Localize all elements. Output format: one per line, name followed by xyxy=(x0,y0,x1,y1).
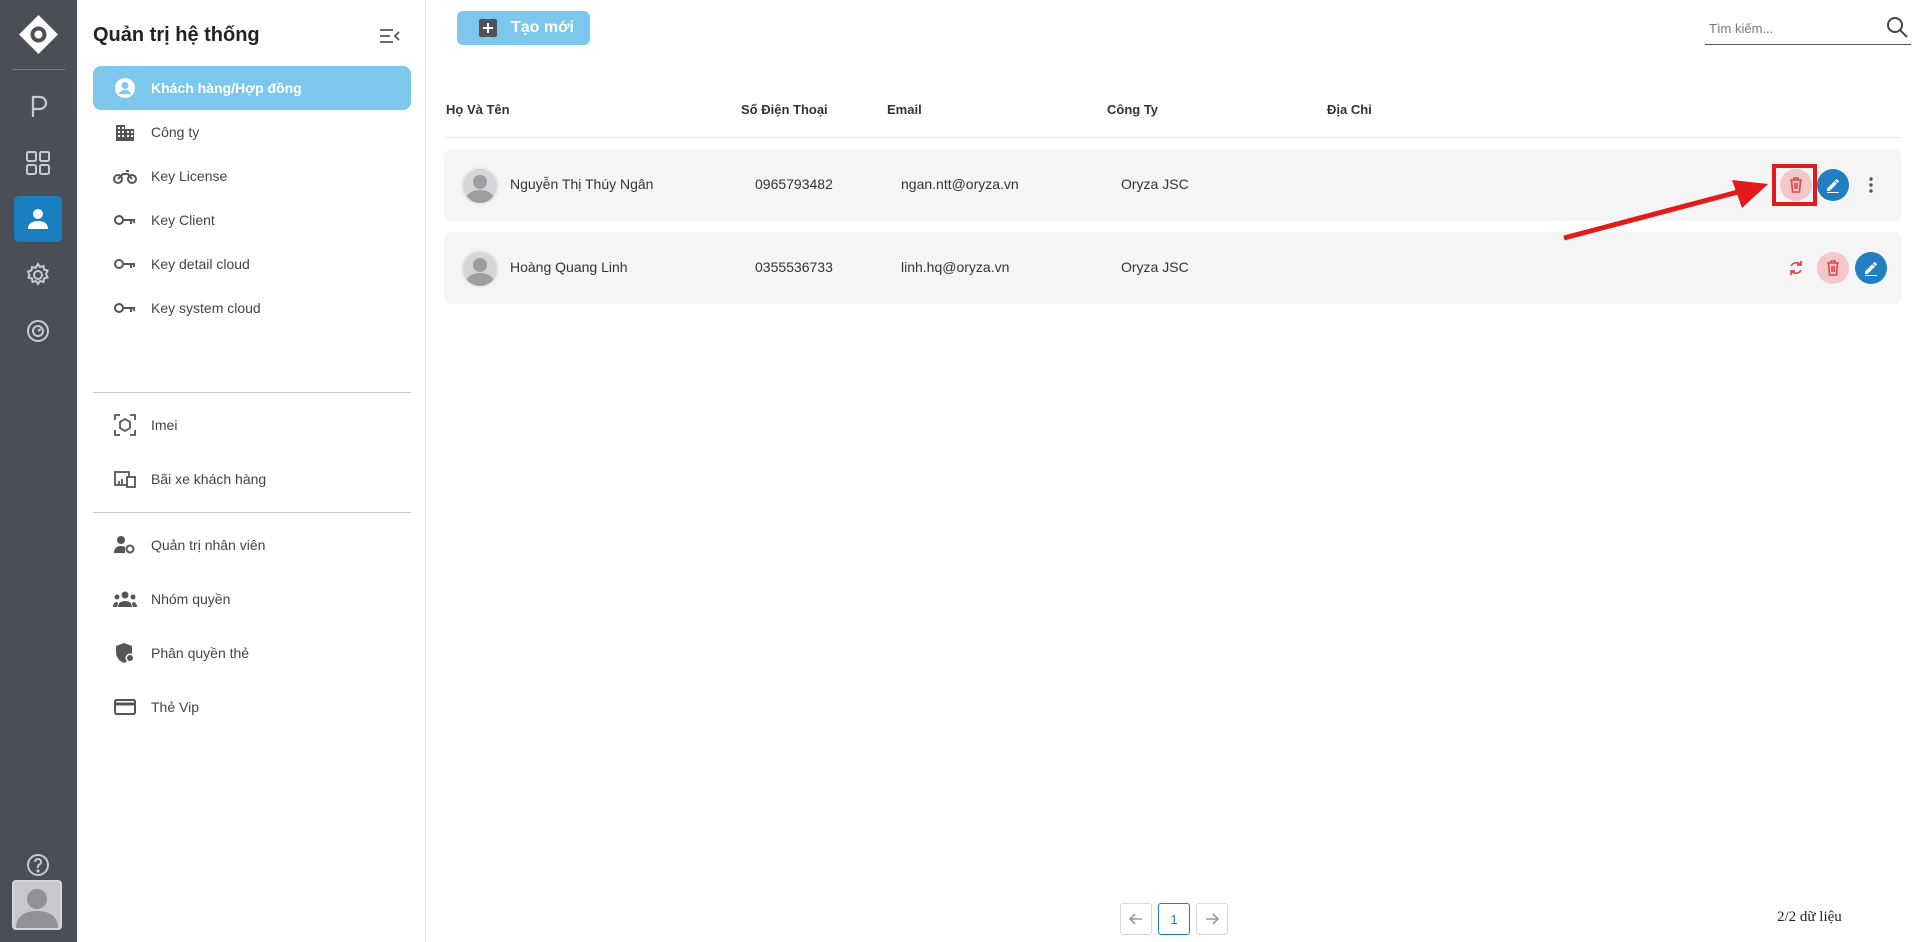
group-icon xyxy=(113,587,137,611)
sidebar-item-label: Khách hàng/Hợp đồng xyxy=(151,80,302,96)
more-options-button[interactable] xyxy=(1855,169,1887,201)
cell-phone: 0355536733 xyxy=(755,259,833,275)
cell-email: linh.hq@oryza.vn xyxy=(901,259,1010,275)
delete-button[interactable] xyxy=(1817,252,1849,284)
cell-phone: 0965793482 xyxy=(755,176,833,192)
sidebar-item-imei[interactable]: Imei xyxy=(93,403,411,447)
annotation-arrow-icon xyxy=(1563,180,1768,241)
pagination: 1 xyxy=(1120,903,1234,935)
avatar xyxy=(461,167,499,205)
sidebar-item-customer-parking[interactable]: Bãi xe khách hàng xyxy=(93,457,411,501)
sidebar-item-label: Công ty xyxy=(151,124,200,140)
sidebar-item-label: Key License xyxy=(151,168,228,184)
avatar xyxy=(461,250,499,288)
cell-company: Oryza JSC xyxy=(1121,176,1189,192)
record-count: 2/2 dữ liệu xyxy=(1777,909,1842,925)
collapse-menu-icon[interactable] xyxy=(379,26,401,46)
search-icon[interactable] xyxy=(1885,15,1909,39)
prev-page-button[interactable] xyxy=(1120,903,1152,935)
sidebar-divider xyxy=(93,512,411,513)
user-gear-icon xyxy=(113,533,137,557)
parking-icon[interactable] xyxy=(14,84,62,130)
cell-email: ngan.ntt@oryza.vn xyxy=(901,176,1019,192)
key-icon xyxy=(113,296,137,320)
gear-icon[interactable] xyxy=(14,252,62,298)
arrow-left-icon xyxy=(1129,913,1142,925)
edit-button[interactable] xyxy=(1855,252,1887,284)
sidebar-divider xyxy=(93,392,411,393)
search-input[interactable] xyxy=(1709,18,1869,38)
sidebar-item-key-detail-cloud[interactable]: Key detail cloud xyxy=(93,242,411,286)
sync-icon xyxy=(1790,261,1802,275)
motorbike-icon xyxy=(113,164,137,188)
shield-icon xyxy=(113,641,137,665)
cell-full-name: Hoàng Quang Linh xyxy=(510,259,628,275)
account-circle-icon xyxy=(113,76,137,100)
cell-full-name: Nguyễn Thị Thúy Ngân xyxy=(510,176,654,192)
sidebar-item-company[interactable]: Công ty xyxy=(93,110,411,154)
sidebar-item-label: Nhóm quyền xyxy=(151,591,231,607)
user-icon[interactable] xyxy=(14,196,62,242)
sidebar-title: Quản trị hệ thống xyxy=(93,24,260,46)
sidebar-item-customers-contracts[interactable]: Khách hàng/Hợp đồng xyxy=(93,66,411,110)
more-vertical-icon xyxy=(1869,177,1873,193)
main-content: Tạo mới Họ Và Tên Số Điện Thoại Email Cô… xyxy=(426,0,1916,942)
timer-icon[interactable] xyxy=(14,308,62,354)
edit-button[interactable] xyxy=(1817,169,1849,201)
sidebar-item-key-client[interactable]: Key Client xyxy=(93,198,411,242)
sidebar-item-key-license[interactable]: Key License xyxy=(93,154,411,198)
sidebar-item-label: Key system cloud xyxy=(151,300,261,316)
rail-divider xyxy=(12,69,65,70)
cell-company: Oryza JSC xyxy=(1121,259,1189,275)
building-icon xyxy=(113,120,137,144)
sidebar-item-vip-card[interactable]: Thẻ Vip xyxy=(93,685,411,729)
pencil-icon xyxy=(1827,179,1839,193)
sidebar-item-label: Phân quyền thẻ xyxy=(151,645,250,661)
page-number-button[interactable]: 1 xyxy=(1158,903,1190,935)
column-header-company: Công Ty xyxy=(1107,102,1159,117)
sidebar-item-label: Key Client xyxy=(151,212,215,228)
sidebar-item-label: Quản trị nhân viên xyxy=(151,537,266,553)
plus-icon xyxy=(479,19,497,37)
trash-icon xyxy=(1827,260,1839,276)
sidebar-item-label: Bãi xe khách hàng xyxy=(151,471,267,487)
sidebar-item-label: Thẻ Vip xyxy=(151,699,199,715)
search-box xyxy=(1705,12,1911,45)
create-new-button[interactable]: Tạo mới xyxy=(457,11,590,45)
arrow-right-icon xyxy=(1206,913,1219,925)
scan-cube-icon xyxy=(113,413,137,437)
sync-button[interactable] xyxy=(1780,252,1812,284)
app-window: Quản trị hệ thống Khách hàng/Hợp đồng Cô… xyxy=(0,0,1916,942)
grid-icon[interactable] xyxy=(14,140,62,186)
card-icon xyxy=(113,695,137,719)
key-icon xyxy=(113,252,137,276)
column-header-email: Email xyxy=(887,102,922,117)
app-logo-icon[interactable] xyxy=(18,14,59,55)
sidebar-item-label: Key detail cloud xyxy=(151,256,250,272)
sidebar-item-permission-groups[interactable]: Nhóm quyền xyxy=(93,577,411,621)
sidebar-item-label: Imei xyxy=(151,417,178,433)
next-page-button[interactable] xyxy=(1196,903,1228,935)
devices-icon xyxy=(113,467,137,491)
create-new-label: Tạo mới xyxy=(511,19,574,36)
sidebar-item-key-system-cloud[interactable]: Key system cloud xyxy=(93,286,411,330)
column-header-full-name: Họ Và Tên xyxy=(446,102,510,117)
table-header: Họ Và Tên Số Điện Thoại Email Công Ty Đị… xyxy=(444,96,1902,138)
user-avatar[interactable] xyxy=(12,880,62,930)
column-header-phone: Số Điện Thoại xyxy=(741,102,828,117)
sidebar-item-staff-admin[interactable]: Quản trị nhân viên xyxy=(93,523,411,567)
key-icon xyxy=(113,208,137,232)
sidebar: Quản trị hệ thống Khách hàng/Hợp đồng Cô… xyxy=(77,0,426,942)
icon-rail xyxy=(0,0,77,942)
column-header-address: Địa Chỉ xyxy=(1327,102,1372,117)
pencil-icon xyxy=(1865,262,1877,276)
sidebar-item-card-permissions[interactable]: Phân quyền thẻ xyxy=(93,631,411,675)
